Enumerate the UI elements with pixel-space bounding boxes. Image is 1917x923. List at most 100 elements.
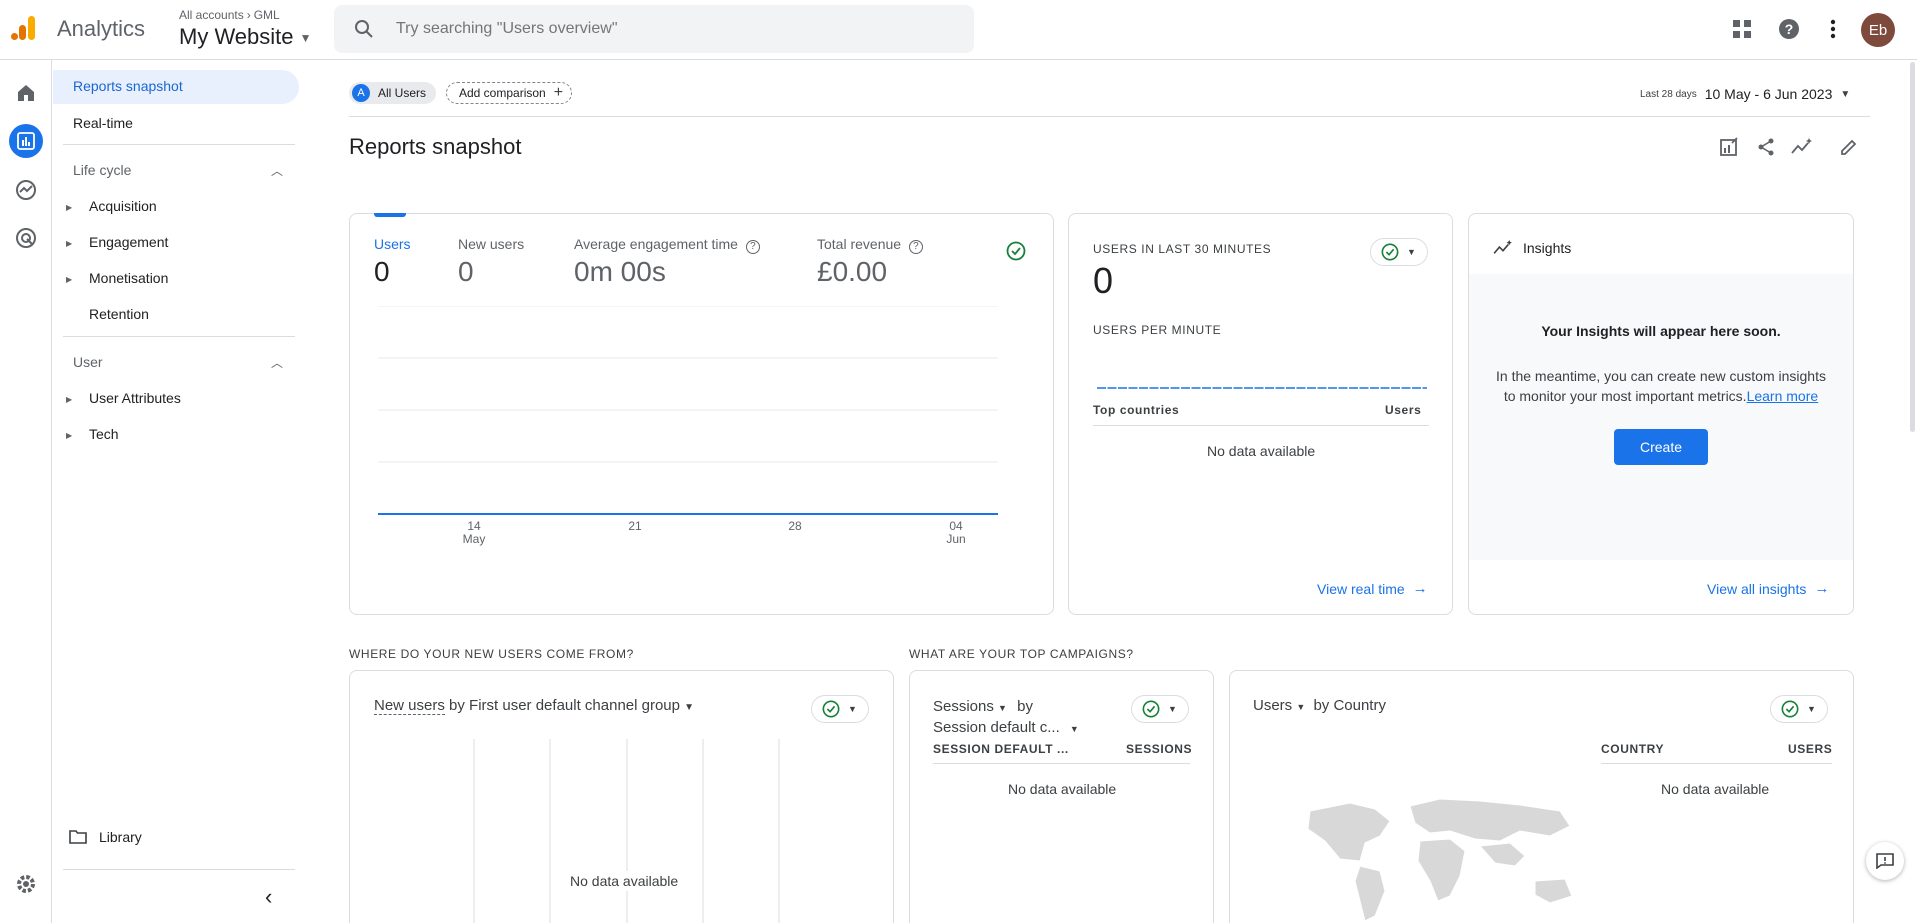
help-outline-icon[interactable]: ?	[745, 240, 760, 254]
property-selector[interactable]: My Website ▼	[179, 24, 312, 50]
property-name[interactable]: My Website	[179, 24, 294, 49]
learn-more-link[interactable]: Learn more	[1747, 388, 1819, 404]
caret-down-icon[interactable]: ▼	[1296, 702, 1305, 712]
date-range-label: Last 28 days	[1640, 88, 1697, 100]
avatar[interactable]: Eb	[1861, 13, 1895, 47]
help-icon[interactable]: ?	[1774, 14, 1804, 44]
top-bar: Analytics All accounts › GML My Website ▼ …	[0, 0, 1917, 60]
metric-value-users: 0	[374, 256, 390, 287]
customize-report-icon[interactable]	[1716, 134, 1742, 160]
nav-section-user[interactable]: User	[73, 354, 103, 370]
svg-text:?: ?	[1785, 21, 1794, 37]
caret-down-icon: ▼	[1407, 247, 1416, 257]
nav-item-engagement[interactable]: Engagement	[89, 234, 168, 250]
caret-down-icon: ▼	[1807, 704, 1816, 714]
nav-divider	[63, 144, 295, 145]
add-comparison-button[interactable]: Add comparison +	[446, 82, 573, 104]
section-top-campaigns: What are your top campaigns?	[909, 647, 1134, 661]
check-circle-icon	[1142, 700, 1160, 718]
metric-tab-revenue[interactable]: Total revenue ?	[817, 236, 923, 254]
collapse-nav-chevron-icon[interactable]: ‹	[265, 884, 272, 910]
caret-down-icon[interactable]: ▼	[1070, 724, 1079, 734]
insights-card: Insights Your Insights will appear here …	[1468, 213, 1854, 615]
nav-item-user-attributes[interactable]: User Attributes	[89, 390, 181, 406]
metric-selector[interactable]: New users	[374, 697, 445, 715]
plus-icon: +	[553, 84, 564, 101]
edit-pencil-icon[interactable]	[1836, 134, 1862, 160]
acquisition-check-dropdown[interactable]: ▼	[811, 695, 869, 723]
date-range-picker[interactable]: Last 28 days 10 May - 6 Jun 2023 ▼	[1640, 86, 1850, 102]
admin-gear-icon[interactable]	[9, 867, 43, 901]
nav-item-tech[interactable]: Tech	[89, 426, 119, 442]
arrow-right-icon: →	[1412, 580, 1428, 597]
chevron-up-icon[interactable]: ︿	[271, 162, 283, 179]
explore-icon[interactable]	[9, 173, 43, 207]
create-insight-button[interactable]: Create	[1614, 429, 1708, 465]
advertising-icon[interactable]	[9, 221, 43, 255]
overview-card: Users 0 New users 0 Average engagement t…	[349, 213, 1054, 615]
caret-right-icon[interactable]: ▶	[66, 239, 72, 248]
x-tick-label: 14	[467, 519, 481, 533]
caret-down-icon[interactable]: ▼	[998, 703, 1007, 713]
section-new-users-source: Where do your new users come from?	[349, 647, 634, 661]
reports-icon[interactable]	[9, 124, 43, 158]
caret-right-icon[interactable]: ▶	[66, 275, 72, 284]
metric-tab-users[interactable]: Users	[374, 236, 411, 252]
nav-divider	[63, 869, 295, 870]
country-check-dropdown[interactable]: ▼	[1770, 695, 1828, 723]
nav-realtime[interactable]: Real-time	[73, 115, 133, 131]
more-vert-icon[interactable]	[1818, 14, 1848, 44]
dimension-selector[interactable]: by First user default channel group	[449, 697, 680, 714]
realtime-title: Users in last 30 minutes	[1093, 242, 1272, 256]
view-realtime-link[interactable]: View real time →	[1317, 580, 1428, 597]
metric-selector[interactable]: Users	[1253, 697, 1292, 714]
metric-selector[interactable]: Sessions	[933, 698, 994, 715]
metric-tab-engagement-time[interactable]: Average engagement time ?	[574, 236, 760, 254]
nav-item-retention[interactable]: Retention	[89, 306, 149, 322]
home-icon[interactable]	[9, 76, 43, 110]
header-divider	[349, 116, 1870, 117]
chevron-up-icon[interactable]: ︿	[271, 354, 283, 371]
col-sessions-label: Sessions	[1126, 742, 1193, 756]
nav-reports-snapshot[interactable]: Reports snapshot	[53, 70, 299, 104]
col-sessions: Sessions	[1126, 742, 1192, 756]
feedback-icon[interactable]	[1866, 842, 1904, 880]
analytics-logo-icon[interactable]	[10, 14, 38, 42]
segment-badge: A	[352, 84, 370, 102]
caret-right-icon[interactable]: ▶	[66, 431, 72, 440]
nav-item-acquisition[interactable]: Acquisition	[89, 198, 157, 214]
search-input[interactable]	[396, 5, 956, 53]
nav-section-lifecycle[interactable]: Life cycle	[73, 162, 131, 178]
section-top-campaigns-label: What are your top campaigns?	[909, 647, 1134, 661]
nav-item-monetisation[interactable]: Monetisation	[89, 270, 168, 286]
breadcrumb-account[interactable]: GML	[254, 8, 280, 22]
campaigns-card-title: Sessions ▼ by Session default c... ▼	[933, 697, 1113, 739]
campaigns-check-dropdown[interactable]: ▼	[1131, 695, 1189, 723]
view-all-insights-link[interactable]: View all insights →	[1707, 580, 1829, 597]
date-range-value: 10 May - 6 Jun 2023	[1704, 86, 1833, 102]
dimension-selector[interactable]: Session default c...	[933, 719, 1060, 736]
caret-down-icon[interactable]: ▼	[684, 702, 694, 713]
insights-sparkle-icon[interactable]	[1789, 134, 1815, 160]
caret-right-icon[interactable]: ▶	[66, 203, 72, 212]
search-icon	[354, 19, 374, 44]
breadcrumb-accounts[interactable]: All accounts	[179, 8, 244, 22]
realtime-check-dropdown[interactable]: ▼	[1370, 238, 1428, 266]
insights-headline: Your Insights will appear here soon.	[1541, 323, 1781, 339]
insights-sparkle-icon	[1493, 240, 1512, 254]
nav-library[interactable]: Library	[69, 827, 142, 847]
caret-right-icon[interactable]: ▶	[66, 395, 72, 404]
metric-tab-new-users[interactable]: New users	[458, 236, 524, 252]
share-icon[interactable]	[1753, 134, 1779, 160]
help-outline-icon[interactable]: ?	[908, 240, 923, 254]
col-top-countries: Top countries	[1093, 403, 1180, 417]
apps-grid-icon[interactable]	[1727, 14, 1757, 44]
left-rail	[0, 60, 52, 923]
check-circle-icon[interactable]	[1002, 237, 1030, 265]
segment-chip[interactable]: A All Users	[349, 82, 437, 104]
breadcrumb[interactable]: All accounts › GML	[179, 8, 280, 22]
col-users: Users	[1385, 403, 1422, 417]
insights-body-panel: Your Insights will appear here soon. In …	[1469, 274, 1853, 560]
search-bar[interactable]	[334, 5, 974, 53]
scrollbar-thumb[interactable]	[1910, 62, 1915, 432]
